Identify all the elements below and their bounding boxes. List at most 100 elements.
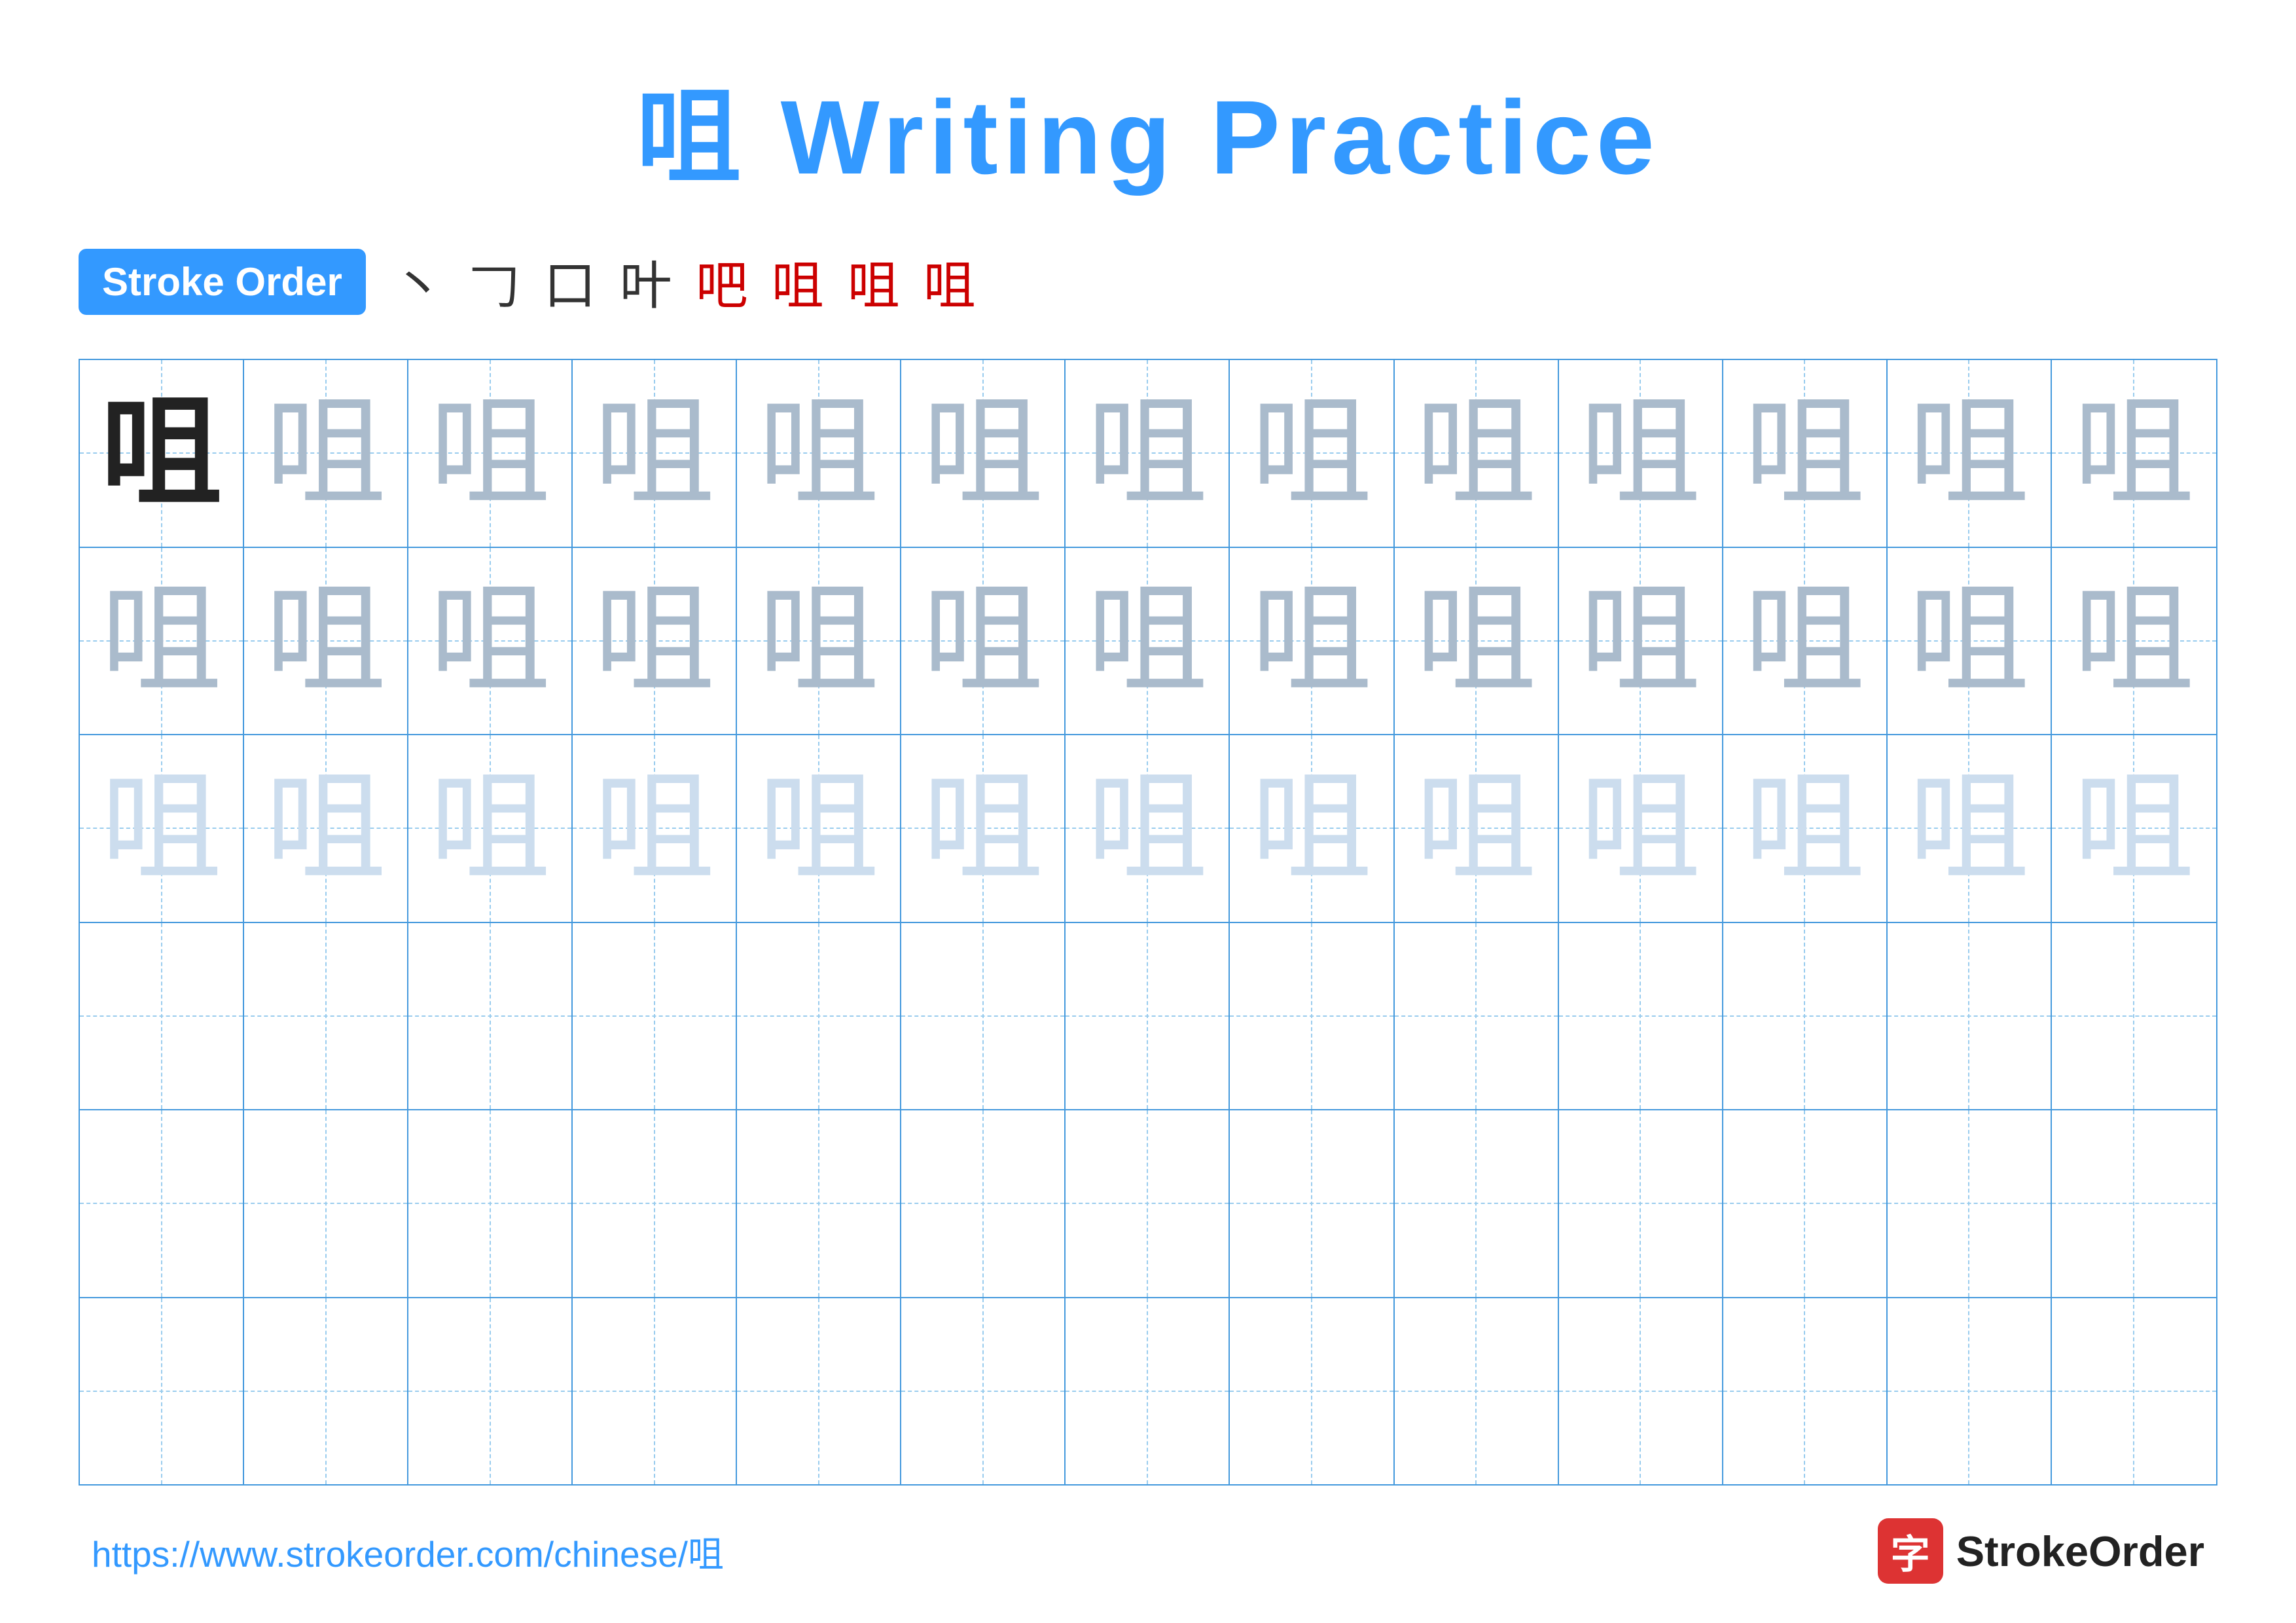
grid-cell-empty[interactable] [1723, 1110, 1888, 1297]
grid-cell-empty[interactable] [573, 923, 737, 1110]
grid-cell: 咀 [737, 360, 901, 547]
grid-cell: 咀 [1723, 735, 1888, 922]
grid-cell: 咀 [1230, 735, 1394, 922]
footer-logo: 字 StrokeOrder [1878, 1518, 2204, 1584]
character-guide: 咀 [1580, 580, 1701, 701]
grid-row-4 [80, 923, 2216, 1111]
grid-cell-empty[interactable] [2052, 923, 2216, 1110]
grid-cell: 咀 [2052, 360, 2216, 547]
stroke-order-section: Stroke Order 丶 𠃌 口 叶 吧 咀 咀 咀 [79, 244, 2217, 319]
grid-cell: 咀 [1559, 548, 1723, 735]
grid-cell: 咀 [901, 735, 1066, 922]
grid-cell-empty[interactable] [244, 923, 408, 1110]
grid-cell: 咀 [244, 735, 408, 922]
grid-cell-empty[interactable] [1230, 1110, 1394, 1297]
grid-cell-empty[interactable] [1230, 923, 1394, 1110]
character-guide: 咀 [1086, 580, 1208, 701]
grid-cell: 咀 [1395, 548, 1559, 735]
grid-cell: 咀 [1066, 360, 1230, 547]
character-faint: 咀 [101, 768, 222, 889]
stroke-step-5: 吧 [696, 244, 748, 319]
grid-cell: 咀 [1395, 360, 1559, 547]
grid-cell-empty[interactable] [737, 1298, 901, 1485]
grid-cell-empty[interactable] [1723, 1298, 1888, 1485]
character-faint: 咀 [1744, 768, 1865, 889]
footer-url-link[interactable]: https://www.strokeorder.com/chinese/咀 [92, 1525, 724, 1577]
grid-cell-empty[interactable] [737, 1110, 901, 1297]
character-guide: 咀 [1251, 580, 1372, 701]
grid-cell-empty[interactable] [2052, 1110, 2216, 1297]
grid-cell-empty[interactable] [80, 923, 244, 1110]
grid-cell-empty[interactable] [244, 1110, 408, 1297]
grid-cell: 咀 [1230, 548, 1394, 735]
character-guide: 咀 [1580, 393, 1701, 514]
character-faint: 咀 [265, 768, 386, 889]
grid-cell-empty[interactable] [1559, 923, 1723, 1110]
grid-cell-empty[interactable] [737, 923, 901, 1110]
grid-cell-empty[interactable] [901, 923, 1066, 1110]
practice-grid: 咀 咀 咀 咀 咀 咀 咀 咀 咀 咀 咀 咀 咀 咀 咀 咀 咀 咀 咀 咀 … [79, 359, 2217, 1486]
grid-cell-empty[interactable] [1395, 923, 1559, 1110]
grid-cell-empty[interactable] [1395, 1298, 1559, 1485]
grid-cell-empty[interactable] [573, 1298, 737, 1485]
grid-cell-empty[interactable] [2052, 1298, 2216, 1485]
grid-cell-empty[interactable] [1395, 1110, 1559, 1297]
grid-cell: 咀 [80, 735, 244, 922]
grid-cell: 咀 [573, 360, 737, 547]
grid-cell: 咀 [1559, 360, 1723, 547]
stroke-step-6: 咀 [772, 244, 824, 319]
character-faint: 咀 [1086, 768, 1208, 889]
grid-cell: 咀 [80, 360, 244, 547]
grid-cell: 咀 [2052, 548, 2216, 735]
grid-cell: 咀 [80, 548, 244, 735]
grid-cell-empty[interactable] [1559, 1298, 1723, 1485]
grid-cell-empty[interactable] [901, 1110, 1066, 1297]
grid-cell-empty[interactable] [1066, 1110, 1230, 1297]
grid-cell-empty[interactable] [1066, 1298, 1230, 1485]
grid-row-2: 咀 咀 咀 咀 咀 咀 咀 咀 咀 咀 咀 咀 咀 [80, 548, 2216, 736]
character-guide: 咀 [101, 580, 222, 701]
grid-cell: 咀 [1559, 735, 1723, 922]
character-solid: 咀 [101, 393, 222, 514]
grid-cell-empty[interactable] [244, 1298, 408, 1485]
grid-cell-empty[interactable] [408, 1110, 573, 1297]
grid-cell-empty[interactable] [1888, 1110, 2052, 1297]
character-guide: 咀 [1909, 393, 2030, 514]
grid-cell: 咀 [2052, 735, 2216, 922]
page-container: 咀 Writing Practice Stroke Order 丶 𠃌 口 叶 … [0, 0, 2296, 1623]
grid-cell-empty[interactable] [1888, 923, 2052, 1110]
grid-row-5 [80, 1110, 2216, 1298]
character-faint: 咀 [922, 768, 1043, 889]
grid-cell-empty[interactable] [901, 1298, 1066, 1485]
grid-cell-empty[interactable] [1230, 1298, 1394, 1485]
character-guide: 咀 [922, 580, 1043, 701]
grid-cell: 咀 [408, 548, 573, 735]
page-title: 咀 Writing Practice [79, 52, 2217, 204]
grid-cell: 咀 [244, 360, 408, 547]
character-guide: 咀 [758, 393, 879, 514]
grid-cell-empty[interactable] [1888, 1298, 2052, 1485]
character-guide: 咀 [922, 393, 1043, 514]
character-faint: 咀 [758, 768, 879, 889]
grid-row-1: 咀 咀 咀 咀 咀 咀 咀 咀 咀 咀 咀 咀 咀 [80, 360, 2216, 548]
grid-cell-empty[interactable] [1723, 923, 1888, 1110]
character-guide: 咀 [429, 393, 550, 514]
logo-text: StrokeOrder [1956, 1527, 2204, 1576]
character-guide: 咀 [429, 580, 550, 701]
grid-cell: 咀 [1723, 548, 1888, 735]
grid-cell-empty[interactable] [1066, 923, 1230, 1110]
character-guide: 咀 [1744, 580, 1865, 701]
grid-cell-empty[interactable] [573, 1110, 737, 1297]
grid-cell: 咀 [1230, 360, 1394, 547]
grid-cell: 咀 [1888, 735, 2052, 922]
grid-cell: 咀 [573, 548, 737, 735]
grid-cell-empty[interactable] [80, 1298, 244, 1485]
grid-cell-empty[interactable] [408, 1298, 573, 1485]
grid-cell: 咀 [1066, 548, 1230, 735]
grid-cell-empty[interactable] [80, 1110, 244, 1297]
stroke-step-2: 𠃌 [468, 244, 520, 319]
grid-cell: 咀 [737, 548, 901, 735]
grid-row-6 [80, 1298, 2216, 1485]
grid-cell-empty[interactable] [1559, 1110, 1723, 1297]
grid-cell-empty[interactable] [408, 923, 573, 1110]
